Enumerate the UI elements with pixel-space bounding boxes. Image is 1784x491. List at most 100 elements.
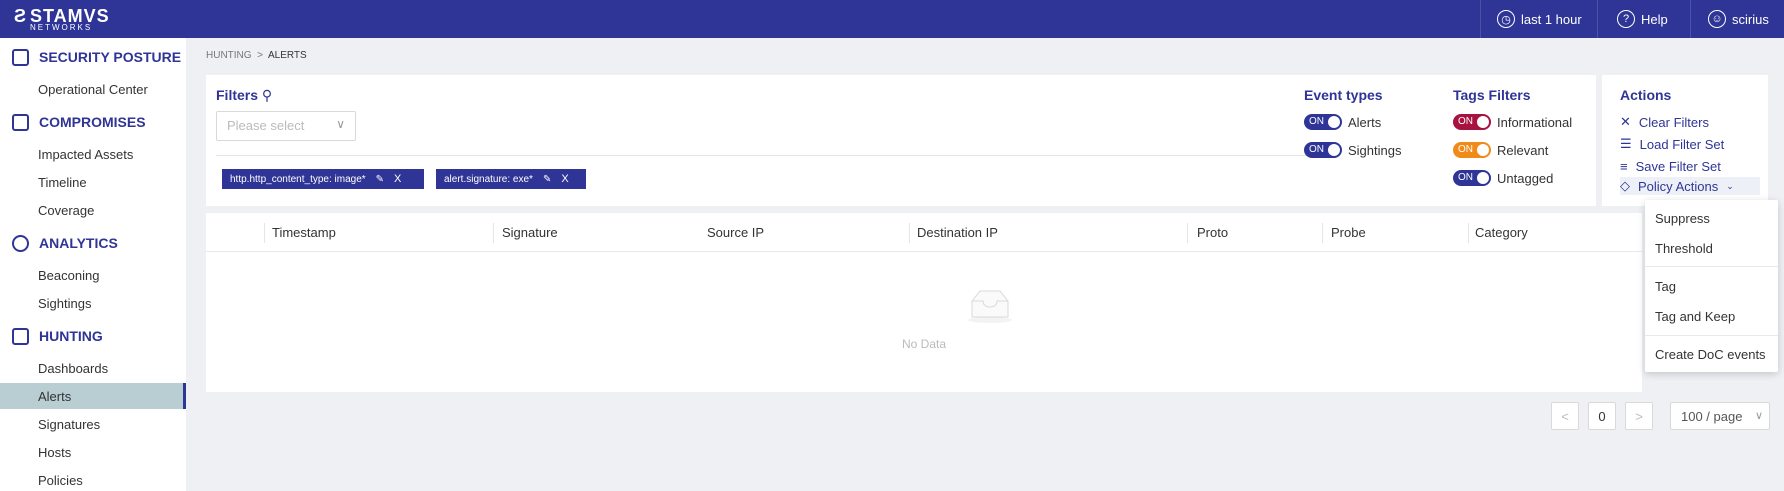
breadcrumb-parent[interactable]: HUNTING: [206, 50, 252, 61]
column-divider: [909, 223, 910, 243]
edit-icon[interactable]: ✎: [376, 174, 384, 185]
sidebar-item-label: Policies: [38, 472, 83, 488]
action-label: Clear Filters: [1638, 114, 1709, 130]
filters-panel: Filters ⚲ Please select ∨ http.http_cont…: [206, 75, 1596, 206]
sidebar-section-analytics[interactable]: ANALYTICS: [12, 232, 118, 254]
topbar-divider: [1597, 0, 1598, 38]
logo[interactable]: Ƨ STAMVS NETWORKS: [14, 6, 124, 32]
topbar-divider: [1690, 0, 1691, 38]
menu-item-create-doc-events[interactable]: Create DoC events: [1655, 347, 1766, 362]
column-header-signature[interactable]: Signature: [502, 225, 558, 240]
sidebar-item-signatures[interactable]: Signatures: [0, 411, 186, 437]
sidebar-item-label: Timeline: [38, 174, 87, 190]
remove-filter-button[interactable]: X: [394, 173, 401, 185]
column-header-probe[interactable]: Probe: [1331, 225, 1366, 240]
empty-inbox-icon: [968, 290, 1012, 323]
edit-icon[interactable]: ✎: [543, 174, 551, 185]
column-header-source-ip[interactable]: Source IP: [707, 225, 764, 240]
event-types-title: Event types: [1304, 87, 1383, 103]
sidebar-section-compromises[interactable]: COMPROMISES: [12, 111, 146, 133]
column-header-timestamp[interactable]: Timestamp: [272, 225, 336, 240]
informational-toggle[interactable]: ON: [1453, 114, 1491, 130]
column-header-proto[interactable]: Proto: [1197, 225, 1228, 240]
tag-filter-label: Untagged: [1497, 170, 1554, 186]
topbar-divider: [1480, 0, 1481, 38]
relevant-toggle[interactable]: ON: [1453, 142, 1491, 158]
alerts-toggle[interactable]: ON: [1304, 114, 1342, 130]
sidebar-item-operational-center[interactable]: Operational Center: [0, 76, 186, 102]
policy-actions-menu: Suppress Threshold Tag Tag and Keep Crea…: [1645, 200, 1778, 372]
event-type-sightings: ON Sightings: [1304, 141, 1401, 159]
sidebar-item-timeline[interactable]: Timeline: [0, 169, 186, 195]
sidebar-item-label: Beaconing: [38, 267, 100, 283]
sidebar-item-hosts[interactable]: Hosts: [0, 439, 186, 465]
menu-item-tag[interactable]: Tag: [1655, 279, 1676, 294]
top-bar: Ƨ STAMVS NETWORKS ◷ last 1 hour ? Help ☺…: [0, 0, 1784, 38]
action-label: Load Filter Set: [1639, 136, 1725, 152]
filter-select-placeholder: Please select: [227, 118, 305, 133]
user-label: scirius: [1732, 11, 1769, 27]
alerts-table: Timestamp Signature Source IP Destinatio…: [206, 213, 1642, 392]
tag-filter-label: Relevant: [1497, 142, 1549, 158]
sidebar-section-hunting[interactable]: HUNTING: [12, 325, 103, 347]
load-filter-set-button[interactable]: ☰ Load Filter Set: [1620, 135, 1724, 153]
filters-divider: [216, 155, 1306, 156]
menu-item-tag-and-keep[interactable]: Tag and Keep: [1655, 309, 1735, 324]
untagged-toggle[interactable]: ON: [1453, 170, 1491, 186]
pagination-page-number[interactable]: 0: [1588, 402, 1616, 430]
sidebar-item-label: Dashboards: [38, 360, 109, 376]
remove-filter-button[interactable]: X: [561, 173, 568, 185]
clear-filters-button[interactable]: ✕ Clear Filters: [1620, 113, 1709, 131]
filter-chip-signature[interactable]: alert.signature: exe* ✎ X: [436, 169, 586, 189]
page-size-value: 100 / page: [1681, 409, 1743, 424]
help-label: Help: [1641, 11, 1668, 27]
pagination-prev-button[interactable]: <: [1551, 402, 1579, 430]
filter-chip-label: alert.signature: exe*: [444, 173, 533, 185]
sidebar-item-policies[interactable]: Policies: [0, 467, 186, 491]
event-type-alerts: ON Alerts: [1304, 113, 1381, 131]
pin-icon[interactable]: ⚲: [262, 87, 272, 103]
sightings-toggle[interactable]: ON: [1304, 142, 1342, 158]
pagination-next-button[interactable]: >: [1625, 402, 1653, 430]
policy-actions-button[interactable]: ◇ Policy Actions ⌄: [1620, 177, 1760, 195]
menu-divider: [1645, 266, 1778, 267]
sidebar-item-beaconing[interactable]: Beaconing: [0, 262, 186, 288]
help-icon: ?: [1617, 10, 1635, 28]
help-button[interactable]: ? Help: [1617, 0, 1668, 38]
save-filter-set-button[interactable]: ≡ Save Filter Set: [1620, 157, 1721, 175]
chevron-down-icon: ∨: [336, 117, 345, 131]
sidebar-item-impacted-assets[interactable]: Impacted Assets: [0, 141, 186, 167]
column-divider: [1322, 223, 1323, 243]
sidebar-item-alerts[interactable]: Alerts: [0, 383, 186, 409]
chevron-down-icon: ∨: [1754, 410, 1763, 422]
menu-item-threshold[interactable]: Threshold: [1655, 241, 1713, 256]
sidebar-section-security-posture[interactable]: SECURITY POSTURE: [12, 46, 181, 68]
time-range-label: last 1 hour: [1521, 11, 1582, 27]
hunting-icon: [12, 327, 29, 345]
tag-filter-untagged: ON Untagged: [1453, 169, 1553, 187]
chevron-down-icon: ⌄: [1726, 180, 1734, 191]
user-menu-button[interactable]: ☺ scirius: [1708, 0, 1769, 38]
sidebar-item-label: Coverage: [38, 202, 95, 218]
time-range-button[interactable]: ◷ last 1 hour: [1497, 0, 1582, 38]
sidebar-item-sightings[interactable]: Sightings: [0, 290, 186, 316]
add-list-icon: ≡: [1620, 158, 1628, 174]
sidebar-item-label: Sightings: [38, 295, 92, 311]
column-header-category[interactable]: Category: [1475, 225, 1528, 240]
page-size-select[interactable]: 100 / page ∨: [1670, 402, 1770, 430]
event-type-label: Sightings: [1348, 142, 1402, 158]
breadcrumb-current: ALERTS: [267, 50, 307, 61]
analytics-icon: [12, 234, 29, 252]
filter-chip-content-type[interactable]: http.http_content_type: image* ✎ X: [222, 169, 424, 189]
column-header-destination-ip[interactable]: Destination IP: [917, 225, 998, 240]
sidebar-item-dashboards[interactable]: Dashboards: [0, 355, 186, 381]
filter-select[interactable]: Please select ∨: [216, 111, 356, 141]
logo-mark-icon: Ƨ: [14, 6, 28, 26]
section-title: COMPROMISES: [39, 114, 146, 130]
bar-chart-icon: [12, 48, 29, 66]
sidebar-item-coverage[interactable]: Coverage: [0, 197, 186, 223]
column-divider: [1187, 223, 1188, 243]
sidebar-item-label: Signatures: [38, 416, 101, 432]
menu-item-suppress[interactable]: Suppress: [1655, 211, 1710, 226]
menu-divider: [1645, 335, 1778, 336]
